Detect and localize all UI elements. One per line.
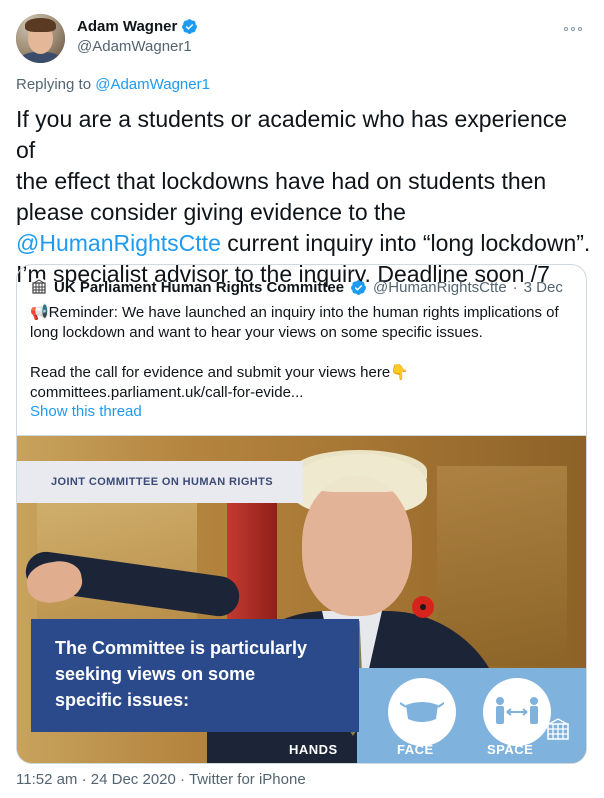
more-options-icon[interactable] bbox=[564, 22, 584, 36]
author-name[interactable]: Adam Wagner bbox=[77, 18, 177, 35]
quoted-author-handle[interactable]: @HumanRightsCtte bbox=[373, 279, 507, 296]
replying-prefix: Replying to bbox=[16, 76, 92, 93]
verified-badge-icon bbox=[351, 279, 366, 295]
face-mask-icon bbox=[388, 678, 456, 746]
sign-hands-label: HANDS bbox=[289, 742, 338, 757]
quoted-line: Read the call for evidence and submit yo… bbox=[30, 364, 409, 381]
tweet-line: @HumanRightsCtte current inquiry into “l… bbox=[16, 228, 591, 259]
sign-face-label: FACE bbox=[397, 742, 434, 757]
speaker-head bbox=[302, 476, 412, 616]
seek-line: specific issues: bbox=[55, 690, 190, 710]
social-distance-icon bbox=[483, 678, 551, 746]
sign-space-label: SPACE bbox=[487, 742, 534, 757]
tweet-line: the effect that lockdowns have had on st… bbox=[16, 168, 547, 194]
tweet-line: If you are a students or academic who ha… bbox=[16, 106, 568, 163]
show-thread-link[interactable]: Show this thread bbox=[30, 403, 142, 420]
tweet-time[interactable]: 11:52 am bbox=[16, 771, 77, 788]
portcullis-avatar-icon[interactable] bbox=[30, 278, 48, 296]
tweet-footer: 11:52 am · 24 Dec 2020 · Twitter for iPh… bbox=[16, 771, 306, 788]
portcullis-icon bbox=[547, 718, 569, 740]
mention-link[interactable]: @HumanRightsCtte bbox=[16, 230, 221, 256]
author-avatar[interactable] bbox=[16, 14, 65, 63]
tweet-line: please consider giving evidence to the bbox=[16, 199, 406, 225]
quoted-link[interactable]: committees.parliament.uk/call-for-evide.… bbox=[30, 383, 578, 403]
author-handle[interactable]: @AdamWagner1 bbox=[77, 38, 192, 55]
tweet-source[interactable]: Twitter for iPhone bbox=[189, 771, 306, 788]
seek-line: The Committee is particularly bbox=[55, 638, 308, 658]
committee-banner-text: JOINT COMMITTEE ON HUMAN RIGHTS bbox=[51, 476, 274, 488]
committee-banner: JOINT COMMITTEE ON HUMAN RIGHTS bbox=[17, 461, 303, 503]
seek-line: seeking views on some bbox=[55, 664, 256, 684]
separator-dot: · bbox=[81, 771, 87, 788]
seeking-views-box: The Committee is particularly seeking vi… bbox=[31, 619, 359, 732]
separator-dot: · bbox=[180, 771, 186, 788]
separator-dot: · bbox=[512, 278, 518, 296]
quoted-date[interactable]: 3 Dec bbox=[524, 279, 563, 296]
poppy-icon bbox=[412, 596, 434, 618]
quoted-image[interactable]: JOINT COMMITTEE ON HUMAN RIGHTS The Comm… bbox=[17, 435, 586, 763]
tweet-line-rest: current inquiry into “long lockdown”. bbox=[220, 230, 591, 256]
verified-badge-icon bbox=[182, 19, 198, 34]
tweet-header: Adam Wagner @AdamWagner1 bbox=[16, 12, 588, 64]
quoted-line: long lockdown and want to hear your view… bbox=[30, 324, 483, 341]
quoted-line: 📢Reminder: We have launched an inquiry i… bbox=[30, 304, 559, 321]
author-name-row[interactable]: Adam Wagner bbox=[77, 18, 198, 35]
quoted-author-name[interactable]: UK Parliament Human Rights Committee bbox=[54, 279, 344, 296]
replying-to-link[interactable]: @AdamWagner1 bbox=[95, 76, 210, 93]
quoted-tweet-header: UK Parliament Human Rights Committee @Hu… bbox=[30, 277, 563, 297]
replying-to: Replying to @AdamWagner1 bbox=[16, 76, 210, 93]
quoted-tweet[interactable]: UK Parliament Human Rights Committee @Hu… bbox=[16, 264, 587, 764]
quoted-body: 📢Reminder: We have launched an inquiry i… bbox=[30, 303, 578, 403]
tweet-date[interactable]: 24 Dec 2020 bbox=[91, 771, 176, 788]
tweet-text: If you are a students or academic who ha… bbox=[16, 104, 591, 290]
